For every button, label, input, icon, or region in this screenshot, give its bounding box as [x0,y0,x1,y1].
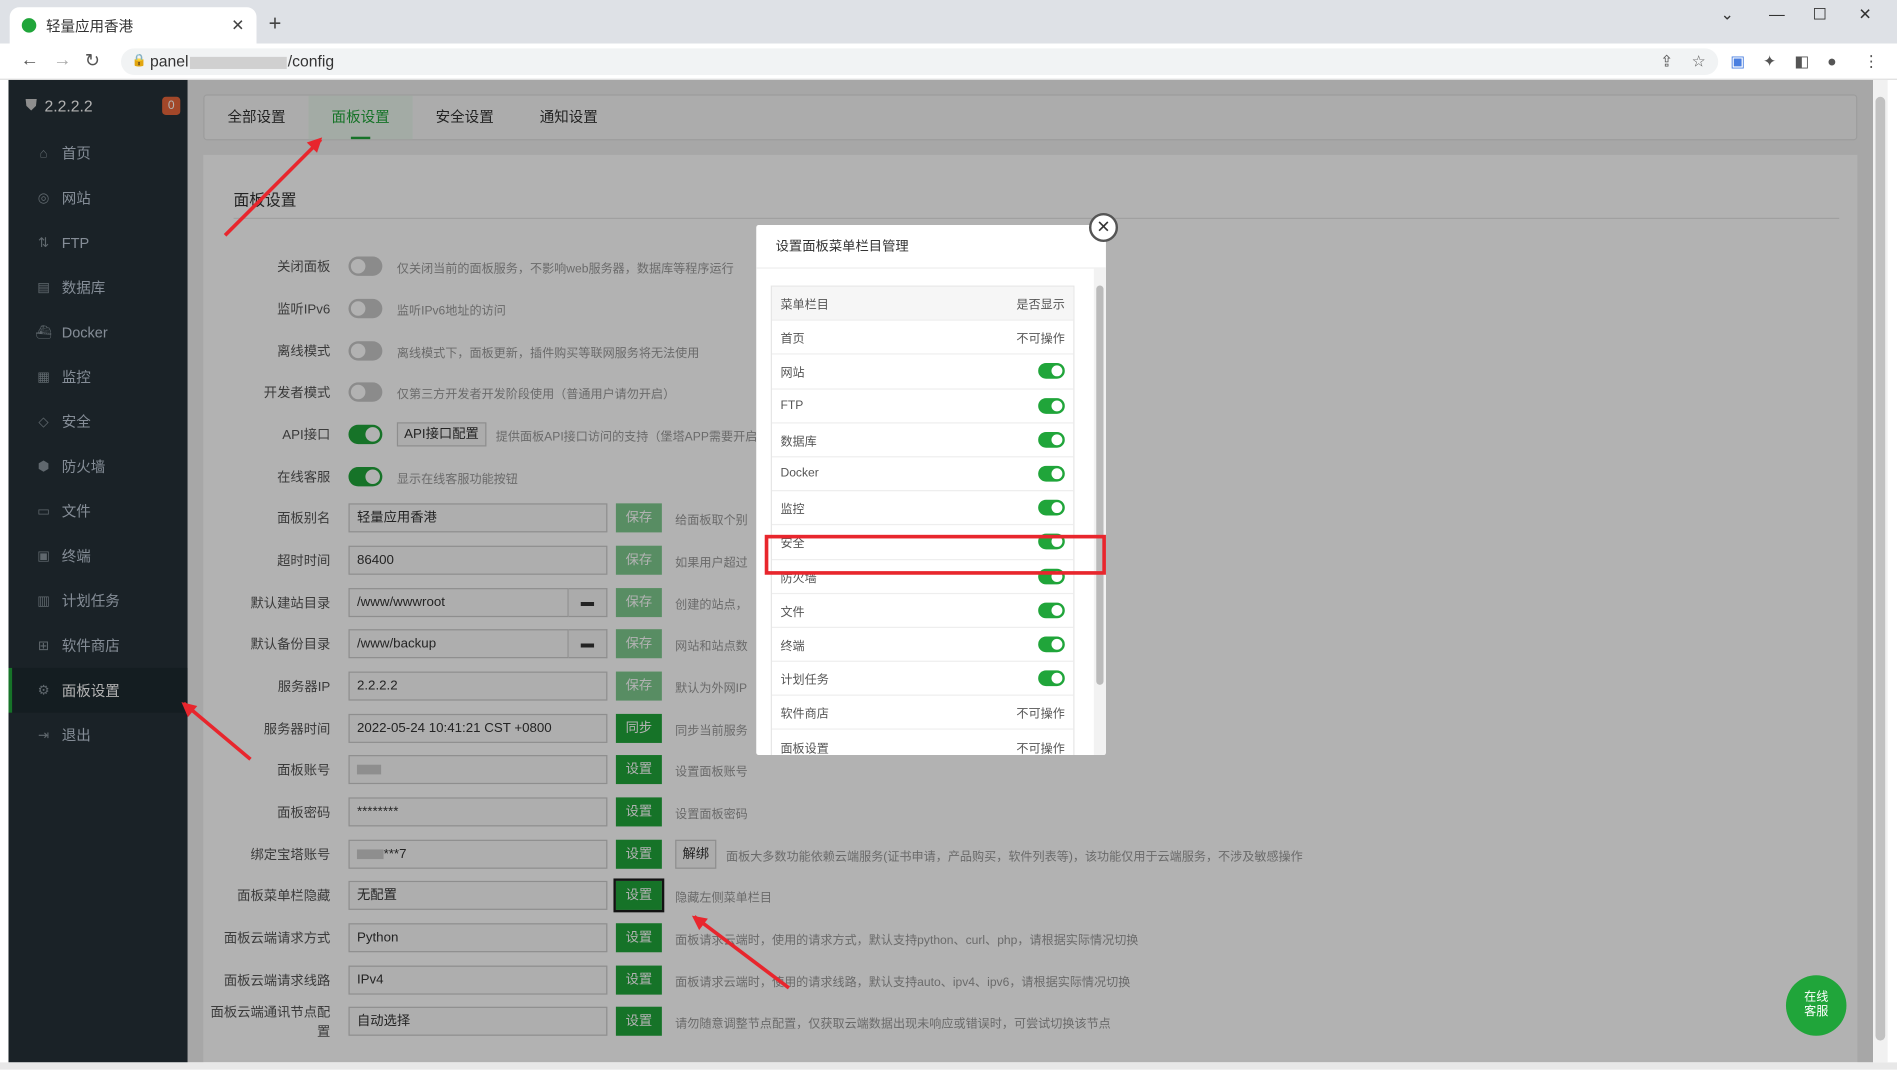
minimize-icon[interactable]: — [1769,5,1785,23]
menu-row-state: 不可操作 [1016,708,1065,722]
menu-row: 监控 [771,491,1074,526]
fab-line1: 在线 [1804,990,1829,1005]
menu-row: 软件商店 不可操作 [771,696,1074,731]
menu-row: 计划任务 [771,662,1074,697]
col-show: 是否显示 [1016,298,1065,313]
menu-visible-toggle[interactable] [1038,636,1065,653]
new-tab-icon[interactable]: + [269,11,282,36]
bottom-strip [0,1062,1897,1070]
menu-row-name: 监控 [780,503,805,517]
menu-row: 文件 [771,594,1074,628]
menu-row-name: 计划任务 [780,674,829,688]
menu-visible-toggle[interactable] [1038,602,1065,619]
menu-visible-toggle[interactable] [1038,465,1065,482]
menu-row-name: 网站 [780,367,805,381]
star-icon[interactable]: ☆ [1692,52,1706,71]
menu-row: 面板设置 不可操作 [772,730,1073,755]
reload-icon[interactable]: ↻ [85,50,100,72]
browser-tabbar: 轻量应用香港 ✕ + ⌄ — ☐ ✕ [0,0,1897,44]
table-header: 菜单栏目 是否显示 [771,286,1074,321]
tab-title: 轻量应用香港 [45,17,134,35]
menu-table: 菜单栏目 是否显示 首页 不可操作 网站 FTP 数据库 Docker 监控 安全 防火墙 文件 终端… [770,285,1075,756]
menu-row: 网站 [771,355,1074,390]
fab-line2: 客服 [1804,1005,1829,1019]
browser-tab[interactable]: 轻量应用香港 ✕ [9,7,257,44]
menu-row-state: 不可操作 [1016,742,1065,756]
modal-scrollbar[interactable] [1093,268,1106,756]
extensions-icon[interactable]: ✦ [1763,52,1776,71]
close-window-icon[interactable]: ✕ [1859,5,1872,24]
menu-row-name: 软件商店 [780,708,829,722]
url-path: /config [287,52,335,71]
col-menu: 菜单栏目 [780,298,829,313]
menu-row-name: 数据库 [780,435,817,449]
menu-manage-modal: 设置面板菜单栏目管理 菜单栏目 是否显示 首页 不可操作 网站 FTP 数据库 Docker… [756,225,1106,756]
menu-icon[interactable]: ⋮ [1863,52,1879,71]
menu-row-name: 终端 [780,640,805,654]
share-icon[interactable]: ⇪ [1660,52,1673,71]
menu-row: 首页 不可操作 [771,321,1074,355]
menu-visible-toggle[interactable] [1038,431,1065,448]
modal-title: 设置面板菜单栏目管理 [756,225,1106,269]
forward-icon[interactable]: → [53,50,71,71]
menu-visible-toggle[interactable] [1038,363,1065,380]
page-scroll-thumb[interactable] [1875,96,1886,1041]
scroll-thumb[interactable] [1096,285,1104,685]
menu-row: FTP [771,389,1074,424]
menu-row: 终端 [771,628,1074,662]
menu-visible-toggle[interactable] [1038,499,1065,516]
tab-search-icon[interactable]: ⌄ [1721,5,1734,24]
online-service-button[interactable]: 在线 客服 [1785,975,1847,1036]
url-input[interactable]: 🔒 panel/config [121,48,1719,76]
menu-row-name: Docker [780,467,819,481]
menu-row-name: 首页 [780,333,805,347]
modal-backdrop-sidebar [8,79,188,1063]
menu-row: 数据库 [771,423,1074,458]
menu-visible-toggle[interactable] [1038,397,1065,414]
url-prefix: panel [150,52,189,71]
menu-visible-toggle[interactable] [1038,670,1065,687]
menu-row-state: 不可操作 [1016,333,1065,347]
translate-icon[interactable]: ▣ [1730,52,1745,71]
highlight-box [764,534,1106,575]
page-scrollbar[interactable] [1873,79,1888,1063]
menu-row: Docker [771,457,1074,492]
url-redacted [189,56,287,69]
address-bar: ← → ↻ 🔒 panel/config ⇪ ☆ ▣ ✦ ◧ ● ⋮ [0,43,1897,80]
close-tab-icon[interactable]: ✕ [231,16,244,35]
back-icon[interactable]: ← [21,50,39,71]
menu-row-name: 文件 [780,605,805,620]
lock-icon: 🔒 [131,54,147,68]
modal-close-icon[interactable]: ✕ [1089,212,1119,242]
menu-row-name: FTP [780,398,804,413]
menu-row-name: 面板设置 [780,742,829,756]
profile-icon[interactable]: ● [1827,52,1837,70]
favicon-icon [21,18,37,33]
sidepanel-icon[interactable]: ◧ [1794,52,1809,71]
maximize-icon[interactable]: ☐ [1813,5,1827,24]
